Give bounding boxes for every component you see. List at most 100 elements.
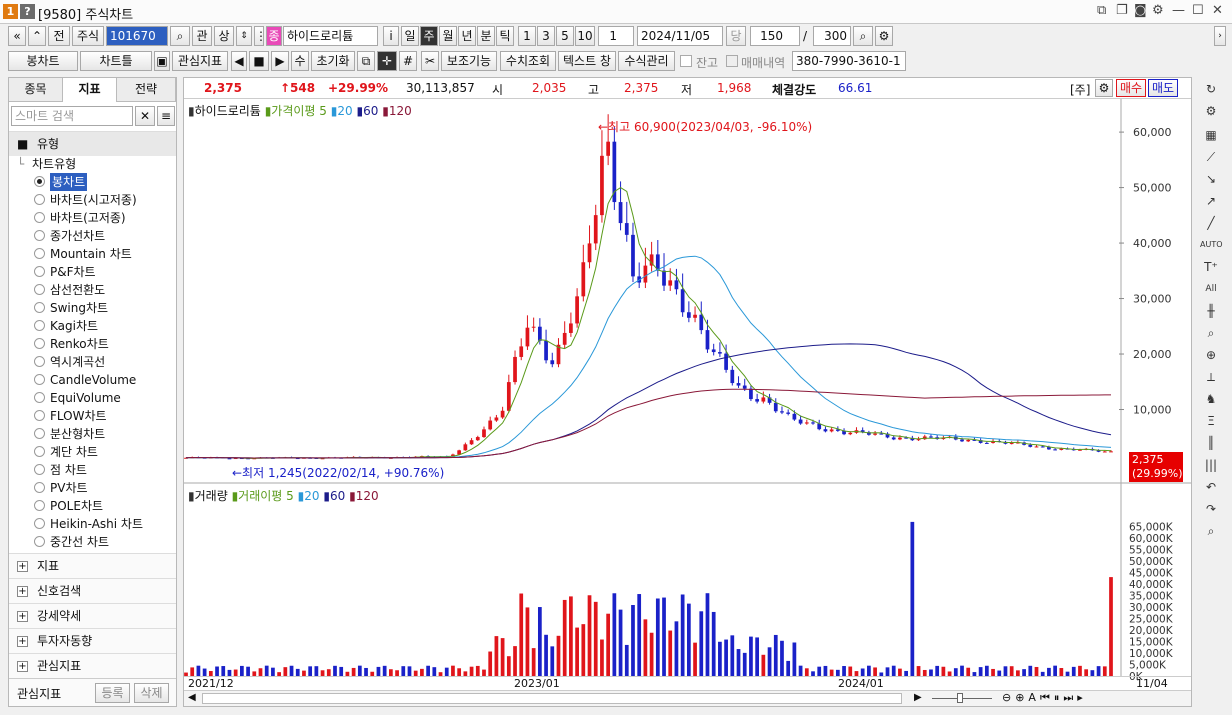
numeric-query-button[interactable]: 수치조회	[500, 51, 556, 71]
vertical-lines-icon[interactable]: ║	[1200, 433, 1222, 453]
scroll-right-arrow[interactable]: ▶	[914, 692, 922, 703]
scroll-left-icon[interactable]: ◀	[231, 51, 247, 71]
search-tool-icon[interactable]: ⌕	[1200, 521, 1222, 541]
trade-history-checkbox[interactable]	[726, 55, 738, 67]
camera-icon[interactable]: ◙	[1134, 3, 1147, 18]
radio-icon[interactable]	[34, 320, 45, 331]
reset-button[interactable]: 초기화	[311, 51, 355, 71]
scroll-track[interactable]	[202, 693, 902, 704]
chart-tool-icon[interactable]: ▦	[1200, 125, 1222, 145]
interval-10-button[interactable]: 10	[575, 26, 595, 46]
account-select[interactable]: 380-7990-3610-1	[792, 51, 906, 71]
settings-tool-icon[interactable]: ⚙	[1200, 101, 1222, 121]
zoom-slider-handle[interactable]	[957, 693, 963, 703]
ray-line-icon[interactable]: ↗	[1200, 191, 1222, 211]
radio-icon[interactable]	[34, 500, 45, 511]
radio-icon[interactable]	[34, 302, 45, 313]
count-input[interactable]: 150	[750, 26, 800, 46]
expand-plus-icon[interactable]: +	[17, 636, 28, 647]
save-icon[interactable]: ▣	[154, 51, 170, 71]
chart-type-item[interactable]: Swing차트	[9, 299, 176, 317]
undo-icon[interactable]: ↶	[1200, 477, 1222, 497]
grid-icon[interactable]: #	[399, 51, 417, 71]
manual-button[interactable]: 수	[291, 51, 309, 71]
period-week-button[interactable]: 주	[420, 26, 438, 46]
fibonacci-icon[interactable]: Ξ	[1200, 411, 1222, 431]
crosshair-icon[interactable]: ✛	[377, 51, 397, 71]
scroll-right-icon[interactable]: ▶	[271, 51, 289, 71]
info-button[interactable]: i	[383, 26, 399, 46]
period-minute-button[interactable]: 분	[477, 26, 495, 46]
expand-icon[interactable]: ›	[1214, 26, 1226, 46]
stop-icon[interactable]: ■	[249, 51, 269, 71]
scissors-icon[interactable]: ✂	[421, 51, 439, 71]
stock-code-input[interactable]: 101670	[106, 26, 168, 46]
chart-type-item[interactable]: 중간선 차트	[9, 533, 176, 551]
search-clear-icon[interactable]: ✕	[135, 106, 155, 126]
interval-1-button[interactable]: 1	[518, 26, 536, 46]
chart-type-item[interactable]: PV차트	[9, 479, 176, 497]
radio-icon[interactable]	[34, 248, 45, 259]
section-1[interactable]: + 신호검색	[9, 578, 176, 603]
radio-icon[interactable]	[34, 428, 45, 439]
chart-type-item[interactable]: 점 차트	[9, 461, 176, 479]
period-year-button[interactable]: 년	[458, 26, 476, 46]
chart-type-item[interactable]: 바차트(고저종)	[9, 209, 176, 227]
refresh-icon[interactable]: ↻	[1200, 79, 1222, 99]
balance-checkbox[interactable]	[680, 55, 692, 67]
gear-icon[interactable]: ⚙	[1152, 3, 1164, 18]
chart-type-item[interactable]: POLE차트	[9, 497, 176, 515]
section-2[interactable]: + 강세약세	[9, 603, 176, 628]
scroll-left-arrow[interactable]: ◀	[188, 692, 196, 703]
radio-icon[interactable]	[34, 392, 45, 403]
interval-3-button[interactable]: 3	[537, 26, 555, 46]
period-month-button[interactable]: 월	[439, 26, 457, 46]
radio-icon[interactable]	[34, 536, 45, 547]
search-icon[interactable]: ⌕	[170, 26, 190, 46]
expand-plus-icon[interactable]: +	[17, 611, 28, 622]
radio-icon[interactable]	[34, 194, 45, 205]
spin-icon[interactable]: ⇕	[236, 26, 252, 46]
radio-icon[interactable]	[34, 410, 45, 421]
chart-type-item[interactable]: 분산형차트	[9, 425, 176, 443]
period-tick-button[interactable]: 틱	[496, 26, 514, 46]
signal-icon[interactable]: ♞	[1200, 389, 1222, 409]
chart-type-item[interactable]: 계단 차트	[9, 443, 176, 461]
maximize-icon[interactable]: ☐	[1192, 3, 1204, 18]
delete-button[interactable]: 삭제	[134, 683, 169, 703]
radio-icon[interactable]	[34, 230, 45, 241]
section-3[interactable]: + 투자자동향	[9, 628, 176, 653]
zoom-plus-icon[interactable]: ⊕	[1200, 345, 1222, 365]
expand-plus-icon[interactable]: +	[17, 586, 28, 597]
radio-icon[interactable]	[34, 464, 45, 475]
formula-manage-button[interactable]: 수식관리	[618, 51, 675, 71]
arrow-line-icon[interactable]: ↘	[1200, 169, 1222, 189]
redo-icon[interactable]: ↷	[1200, 499, 1222, 519]
zoom-controls[interactable]: ⊖⊕A⏮⏸⏭▸	[1002, 691, 1087, 705]
chart-type-item[interactable]: Heikin-Ashi 차트	[9, 515, 176, 533]
radio-icon[interactable]	[34, 482, 45, 493]
chart-type-item[interactable]: P&F차트	[9, 263, 176, 281]
close-icon[interactable]: ✕	[1212, 3, 1223, 18]
magnifier-icon[interactable]: ⌕	[1200, 323, 1222, 343]
link-icon[interactable]: ⧉	[1097, 3, 1106, 18]
chart-frame-button[interactable]: 차트틀	[80, 51, 152, 71]
trend-line-icon[interactable]: ⟋	[1200, 147, 1222, 167]
radio-icon[interactable]	[34, 518, 45, 529]
chart-type-item[interactable]: Renko차트	[9, 335, 176, 353]
radio-icon[interactable]	[34, 374, 45, 385]
tab-strategy[interactable]: 전략	[117, 78, 176, 102]
total-input[interactable]: 300	[813, 26, 851, 46]
all-icon[interactable]: All	[1200, 279, 1222, 299]
window-icon[interactable]: ⧉	[357, 51, 375, 71]
radio-icon[interactable]	[34, 212, 45, 223]
nav-up-button[interactable]: ⌃	[28, 26, 46, 46]
tree-chart-types[interactable]: └ 차트유형	[9, 155, 176, 173]
copy-icon[interactable]: ❐	[1116, 3, 1128, 18]
nav-first-button[interactable]: «	[8, 26, 26, 46]
chart-type-item[interactable]: FLOW차트	[9, 407, 176, 425]
radio-icon[interactable]	[34, 338, 45, 349]
favorite-button[interactable]: 관	[192, 26, 212, 46]
current-button[interactable]: 당	[726, 26, 746, 46]
tab-indicators[interactable]: 지표	[63, 78, 117, 102]
